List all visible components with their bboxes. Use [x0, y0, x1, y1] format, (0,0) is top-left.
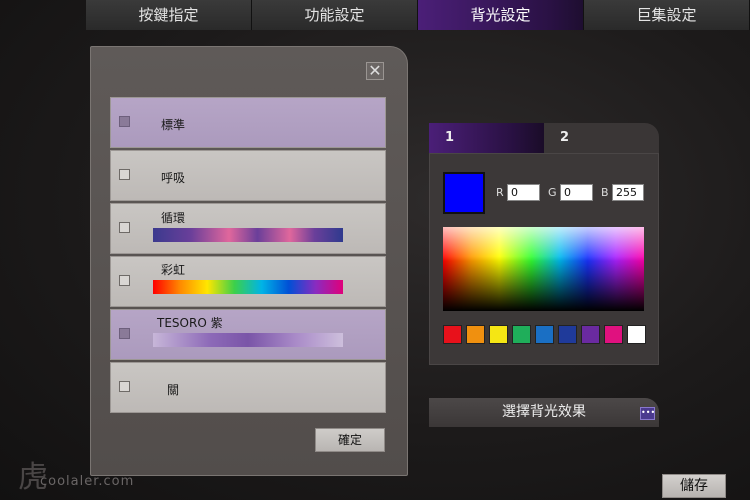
preset-color-green[interactable]: [512, 325, 531, 344]
backlight-mode-list: 標準 呼吸 循環 彩虹 TESORO 紫 關: [110, 97, 386, 415]
mode-item-off[interactable]: 關: [110, 362, 386, 413]
color-spectrum[interactable]: [443, 227, 644, 311]
b-label: B: [601, 186, 609, 199]
mode-label: 彩虹: [161, 263, 186, 277]
tab-backlight-settings[interactable]: 背光設定: [418, 0, 584, 30]
r-input[interactable]: [507, 184, 540, 201]
tesoro-purple-bar: [153, 333, 343, 347]
b-input[interactable]: [612, 184, 644, 201]
rainbow-color-bar: [153, 280, 343, 294]
mode-label: 標準: [161, 118, 186, 132]
cycle-color-bar: [153, 228, 343, 242]
mode-checkbox[interactable]: [119, 328, 130, 339]
mode-checkbox[interactable]: [119, 381, 130, 392]
preset-color-orange[interactable]: [466, 325, 485, 344]
color-tab-2[interactable]: 2: [544, 123, 659, 153]
preset-color-light-blue[interactable]: [535, 325, 554, 344]
mode-checkbox[interactable]: [119, 169, 130, 180]
color-tab-1[interactable]: 1: [429, 123, 544, 153]
mode-checkbox[interactable]: [119, 116, 130, 127]
preset-color-palette: [443, 325, 646, 344]
watermark-text: coolaler.com: [40, 474, 135, 489]
preset-color-purple[interactable]: [581, 325, 600, 344]
mode-label: 關: [167, 383, 180, 397]
preset-color-red[interactable]: [443, 325, 462, 344]
mode-label: 循環: [161, 211, 186, 225]
current-color-preview: [443, 172, 485, 214]
mode-checkbox[interactable]: [119, 222, 130, 233]
preset-color-dark-blue[interactable]: [558, 325, 577, 344]
close-button[interactable]: ✕: [366, 62, 384, 80]
preset-color-yellow[interactable]: [489, 325, 508, 344]
mode-label: 呼吸: [161, 171, 186, 185]
confirm-button[interactable]: 確定: [315, 428, 385, 452]
preset-color-magenta[interactable]: [604, 325, 623, 344]
select-backlight-effect-label: 選擇背光效果: [502, 404, 586, 420]
save-button[interactable]: 儲存: [662, 474, 726, 498]
tab-key-assignment[interactable]: 按鍵指定: [86, 0, 252, 30]
mode-item-standard[interactable]: 標準: [110, 97, 386, 148]
mode-item-cycle[interactable]: 循環: [110, 203, 386, 254]
select-backlight-effect-button[interactable]: 選擇背光效果 •••: [429, 398, 659, 427]
close-icon: ✕: [368, 61, 382, 80]
mode-checkbox[interactable]: [119, 275, 130, 286]
more-icon: •••: [640, 407, 655, 420]
tab-function-settings[interactable]: 功能設定: [252, 0, 418, 30]
mode-item-rainbow[interactable]: 彩虹: [110, 256, 386, 307]
g-label: G: [548, 186, 557, 199]
top-tab-bar: 按鍵指定 功能設定 背光設定 巨集設定: [86, 0, 750, 30]
tab-macro-settings[interactable]: 巨集設定: [584, 0, 750, 30]
g-input[interactable]: [560, 184, 593, 201]
preset-color-white[interactable]: [627, 325, 646, 344]
r-label: R: [496, 186, 504, 199]
mode-item-tesoro-purple[interactable]: TESORO 紫: [110, 309, 386, 360]
mode-item-breathing[interactable]: 呼吸: [110, 150, 386, 201]
mode-label: TESORO 紫: [157, 316, 223, 330]
color-slot-tabs: 1 2: [429, 123, 659, 153]
